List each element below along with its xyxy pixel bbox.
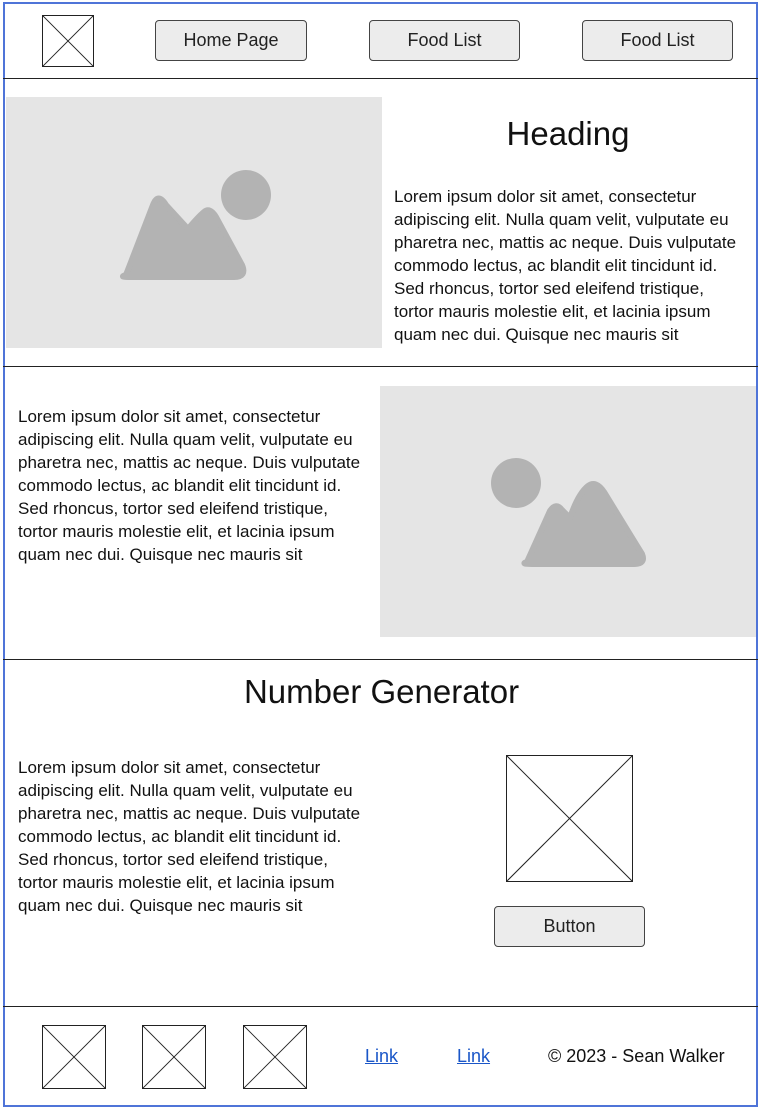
section1-image-placeholder bbox=[6, 97, 382, 348]
image-placeholder-icon bbox=[491, 458, 646, 567]
footer-placeholder-icon-2[interactable] bbox=[142, 1025, 206, 1089]
image-placeholder-icon bbox=[120, 170, 271, 280]
nav-food-list-button-2[interactable]: Food List bbox=[582, 20, 733, 61]
section1-heading: Heading bbox=[506, 115, 630, 152]
section1-text: Lorem ipsum dolor sit amet, consectetur … bbox=[394, 187, 737, 344]
section1-divider bbox=[3, 366, 758, 367]
section2-text: Lorem ipsum dolor sit amet, consectetur … bbox=[18, 407, 361, 564]
section2-divider bbox=[3, 659, 758, 660]
section2-image-placeholder bbox=[380, 386, 756, 637]
generator-placeholder-icon bbox=[506, 755, 633, 882]
footer-link-2[interactable]: Link bbox=[457, 1046, 490, 1067]
footer-divider bbox=[3, 1006, 758, 1007]
section3-text: Lorem ipsum dolor sit amet, consectetur … bbox=[18, 758, 361, 915]
generate-button[interactable]: Button bbox=[494, 906, 645, 947]
footer-placeholder-icon-1[interactable] bbox=[42, 1025, 106, 1089]
number-generator-heading: Number Generator bbox=[243, 673, 520, 710]
copyright-text: © 2023 - Sean Walker bbox=[548, 1046, 725, 1066]
footer-link-1[interactable]: Link bbox=[365, 1046, 398, 1067]
footer-placeholder-icon-3[interactable] bbox=[243, 1025, 307, 1089]
nav-food-list-button[interactable]: Food List bbox=[369, 20, 520, 61]
logo-placeholder-icon[interactable] bbox=[42, 15, 94, 67]
header-divider bbox=[3, 78, 758, 79]
nav-home-page-button[interactable]: Home Page bbox=[155, 20, 307, 61]
